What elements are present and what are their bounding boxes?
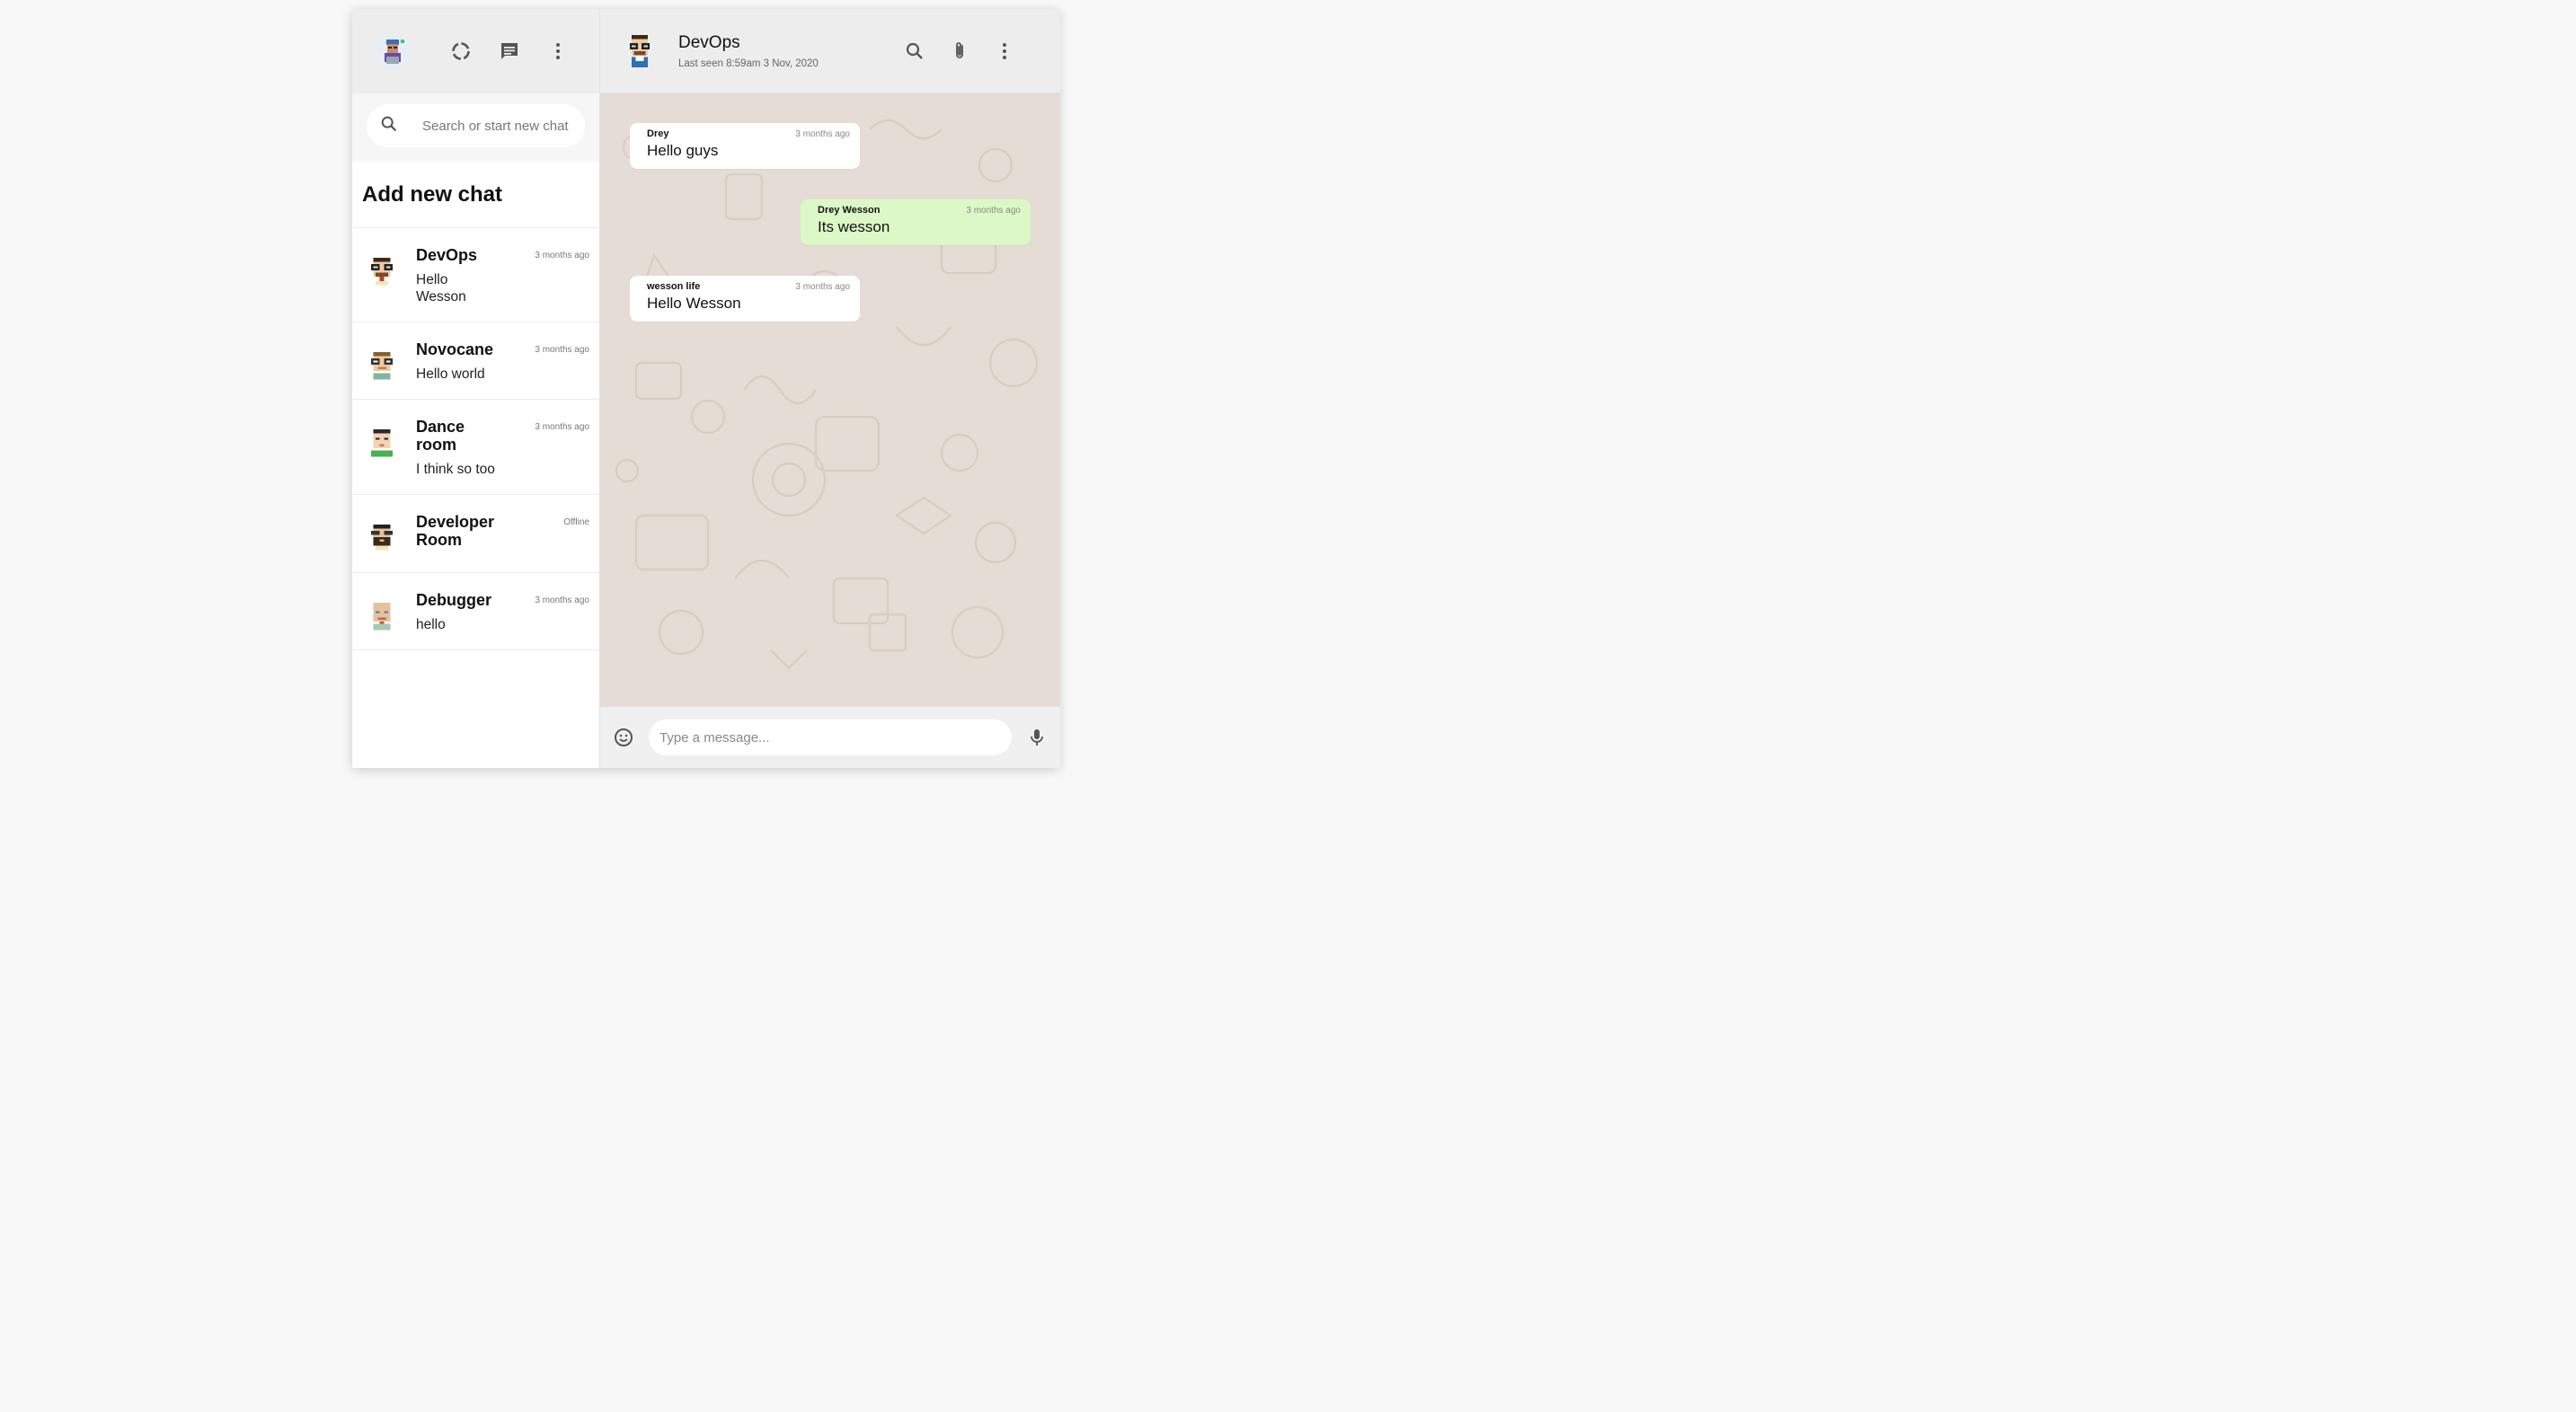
chat-time: 3 months ago	[535, 251, 589, 260]
message-input[interactable]	[659, 729, 1001, 746]
chat-header: DevOps Last seen 8:59am 3 Nov, 2020	[600, 9, 1060, 93]
chat-list: DevOps Hello Wesson 3 months ago Novocan…	[352, 228, 599, 768]
emoji-icon[interactable]	[611, 725, 636, 750]
chat-time: Offline	[563, 517, 589, 527]
more-vert-icon[interactable]	[545, 39, 571, 64]
message-sender: Drey	[647, 128, 669, 139]
add-new-chat-label: Add new chat	[362, 181, 503, 207]
search-container	[352, 93, 599, 162]
chat-time: 3 months ago	[535, 345, 589, 355]
message-sender: Drey Wesson	[818, 205, 881, 216]
message-bubble-outgoing: Drey Wesson 3 months ago Its wesson	[801, 199, 1031, 245]
chat-name: Dance room	[416, 418, 465, 454]
more-vert-icon[interactable]	[992, 39, 1017, 64]
brown-hair-glasses-avatar-icon	[365, 348, 399, 382]
bald-avatar-icon	[365, 598, 399, 632]
bearded-avatar-icon	[365, 520, 399, 554]
chat-item-dance-room[interactable]: Dance room I think so too 3 months ago	[352, 400, 599, 495]
message-time: 3 months ago	[966, 206, 1021, 216]
chat-name: Debugger	[416, 591, 492, 609]
chat-last-message: Hello world	[416, 366, 485, 382]
message-input-container	[649, 719, 1012, 755]
message-time: 3 months ago	[795, 129, 850, 139]
doodle-background	[615, 119, 1039, 670]
chat-title: DevOps	[678, 32, 740, 52]
status-icon[interactable]	[448, 39, 474, 64]
chat-item-devops[interactable]: DevOps Hello Wesson 3 months ago	[352, 228, 599, 322]
chat-name: Developer Room	[416, 513, 495, 549]
chat-item-developer-room[interactable]: Developer Room Offline	[352, 495, 599, 573]
whatsapp-clone-window: Add new chat	[352, 9, 1060, 768]
message-bubble: wesson life 3 months ago Hello Wesson	[630, 276, 860, 322]
chat-panel: DevOps Last seen 8:59am 3 Nov, 2020 Drey…	[600, 9, 1060, 768]
message-time: 3 months ago	[795, 282, 850, 292]
add-new-chat[interactable]: Add new chat	[352, 162, 599, 228]
nerd-glasses-avatar-icon	[365, 253, 399, 287]
search-bar	[367, 104, 585, 147]
chat-last-message: Hello Wesson	[416, 272, 466, 304]
message-sender: wesson life	[647, 281, 701, 292]
chat-name: DevOps	[416, 246, 478, 264]
microphone-icon[interactable]	[1024, 725, 1049, 750]
message-text: Hello guys	[647, 142, 719, 159]
chat-messages[interactable]: Drey 3 months ago Hello guys Drey Wesson…	[600, 93, 1060, 707]
attach-icon[interactable]	[947, 39, 972, 64]
dark-hair-avatar-icon	[365, 425, 399, 459]
sidebar-header	[352, 9, 599, 93]
search-icon[interactable]	[902, 39, 927, 64]
chat-last-message: I think so too	[416, 462, 495, 477]
last-seen: Last seen 8:59am 3 Nov, 2020	[678, 57, 819, 69]
chat-time: 3 months ago	[535, 596, 589, 605]
user-avatar[interactable]	[374, 32, 412, 70]
message-bubble: Drey 3 months ago Hello guys	[630, 123, 860, 169]
new-chat-icon[interactable]	[497, 39, 522, 64]
chat-name: Novocane	[416, 340, 494, 358]
chat-item-novocane[interactable]: Novocane Hello world 3 months ago	[352, 322, 599, 400]
chat-avatar[interactable]	[624, 33, 656, 69]
search-icon	[379, 114, 399, 138]
chat-item-debugger[interactable]: Debugger hello 3 months ago	[352, 573, 599, 650]
chat-time: 3 months ago	[535, 422, 589, 432]
sidebar: Add new chat	[352, 9, 600, 768]
chat-footer	[600, 707, 1060, 768]
message-text: Hello Wesson	[647, 295, 741, 312]
message-text: Its wesson	[818, 218, 890, 235]
chat-last-message: hello	[416, 617, 446, 632]
search-input[interactable]	[422, 118, 584, 134]
